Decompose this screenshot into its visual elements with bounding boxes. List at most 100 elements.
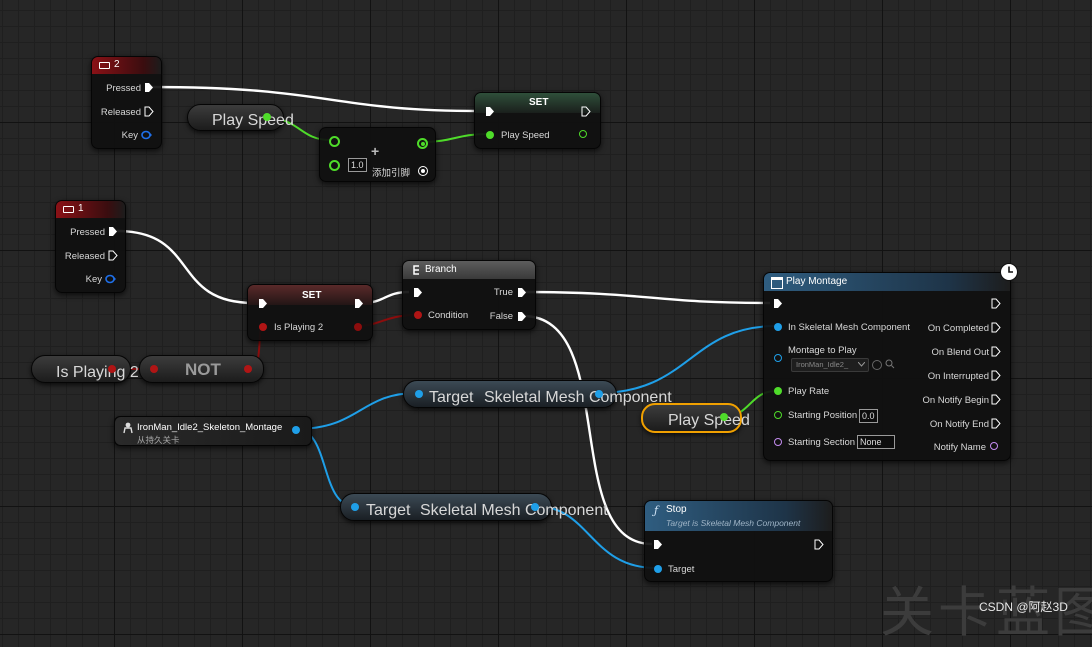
exec-output-pin[interactable] [814, 539, 824, 550]
add-pin-icon[interactable] [418, 166, 428, 176]
branch-title: Branch [425, 264, 457, 275]
add-pin-button[interactable]: 添加引脚 [372, 165, 410, 179]
starting-section-input[interactable]: None [857, 435, 895, 449]
starting-section-label: Starting Section [788, 437, 856, 448]
released-exec-pin[interactable] [108, 250, 118, 261]
key-struct-pin[interactable] [105, 274, 117, 284]
montage-reference-node[interactable]: IronMan_Idle2_Skeleton_Montage 从持久关卡 [114, 416, 312, 446]
play-rate-input-pin[interactable] [774, 387, 782, 395]
target-pin-label: Target [668, 564, 695, 575]
play-montage-node[interactable]: Play Montage In Skeletal Mesh Component … [763, 272, 1011, 461]
key-2-event-node[interactable]: 2 Pressed Released Key [91, 56, 162, 149]
starting-section-pin[interactable] [774, 438, 782, 446]
montage-icon [771, 277, 783, 289]
released-exec-pin[interactable] [144, 106, 154, 117]
montage-asset-dropdown[interactable]: IronMan_Idle2_ [791, 358, 869, 372]
stop-header: ƒ Stop Target is Skeletal Mesh Component [645, 501, 832, 531]
notify-name-label: Notify Name [933, 442, 986, 453]
play-speed-input-pin[interactable] [486, 131, 494, 139]
montage-to-play-pin[interactable] [774, 354, 782, 362]
play-speed-pin-label: Play Speed [501, 130, 550, 141]
float-input-b-pin[interactable] [329, 160, 340, 171]
pressed-exec-pin[interactable] [144, 82, 154, 93]
float-output-pin[interactable] [720, 413, 728, 421]
is-playing-output-pin[interactable] [354, 323, 362, 331]
target-input-pin[interactable] [415, 390, 423, 398]
pressed-pin-label: Pressed [70, 227, 105, 238]
stop-subtitle: Target is Skeletal Mesh Component [666, 518, 801, 528]
exec-input-pin[interactable] [485, 106, 495, 117]
play-speed-getter-top[interactable]: Play Speed [187, 104, 294, 131]
get-skeletal-mesh-node-1[interactable]: Target Skeletal Mesh Component [403, 380, 672, 408]
obj-wire-montage-target1 [295, 392, 418, 430]
exec-input-pin[interactable] [258, 298, 268, 309]
key-2-title: 2 [114, 59, 120, 70]
key-1-title: 1 [78, 203, 84, 214]
exec-output-pin[interactable] [581, 106, 591, 117]
target-input-pin[interactable] [654, 565, 662, 573]
key-1-event-node[interactable]: 1 Pressed Released Key [55, 200, 126, 293]
exec-output-pin[interactable] [991, 298, 1001, 309]
on-notify-begin-exec-pin[interactable] [991, 394, 1001, 405]
key-struct-pin[interactable] [141, 130, 153, 140]
exec-output-pin[interactable] [354, 298, 364, 309]
notify-name-pin[interactable] [990, 442, 998, 450]
is-playing-getter[interactable]: Is Playing 2 [31, 355, 139, 383]
false-pin-label: False [489, 311, 513, 322]
bool-output-pin[interactable] [244, 365, 252, 373]
bool-input-pin[interactable] [150, 365, 158, 373]
add-b-value-input[interactable]: 1.0 [348, 158, 367, 172]
montage-to-play-label: Montage to Play [788, 345, 857, 356]
set-title: SET [302, 290, 322, 301]
browse-icon[interactable] [872, 360, 882, 370]
montage-ref-subtitle: 从持久关卡 [137, 435, 180, 445]
on-blend-out-exec-pin[interactable] [991, 346, 1001, 357]
target-pin-label: Target [429, 389, 474, 406]
starting-position-input[interactable]: 0.0 [859, 409, 878, 423]
condition-input-pin[interactable] [414, 311, 422, 319]
skeletal-mesh-input-pin[interactable] [774, 323, 782, 331]
not-node[interactable]: NOT [139, 355, 264, 383]
csdn-credit: CSDN @阿赵3D [979, 600, 1068, 614]
smc-output-pin[interactable] [531, 503, 539, 511]
float-output-pin[interactable] [417, 138, 428, 149]
get-skeletal-mesh-node-2[interactable]: Target Skeletal Mesh Component [340, 493, 608, 521]
pressed-pin-label: Pressed [106, 83, 141, 94]
on-completed-label: On Completed [927, 323, 989, 334]
true-exec-pin[interactable] [517, 287, 527, 298]
set-title: SET [529, 97, 549, 108]
exec-input-pin[interactable] [413, 287, 423, 298]
play-speed-getter-selected[interactable]: Play Speed [641, 403, 750, 433]
is-playing-input-pin[interactable] [259, 323, 267, 331]
on-completed-exec-pin[interactable] [991, 322, 1001, 333]
target-input-pin[interactable] [351, 503, 359, 511]
released-pin-label: Released [64, 251, 105, 262]
exec-input-pin[interactable] [773, 298, 783, 309]
stop-title: Stop [666, 504, 687, 515]
stop-node[interactable]: ƒ Stop Target is Skeletal Mesh Component… [644, 500, 833, 582]
object-output-pin[interactable] [292, 426, 300, 434]
key-pin-label: Key [85, 274, 102, 285]
bool-output-pin[interactable] [108, 365, 116, 373]
float-output-pin[interactable] [263, 113, 271, 121]
smc-output-label: Skeletal Mesh Component [420, 502, 608, 519]
search-icon[interactable] [885, 359, 895, 369]
smc-output-pin[interactable] [595, 390, 603, 398]
on-notify-end-exec-pin[interactable] [991, 418, 1001, 429]
branch-node[interactable]: Branch Condition True False [402, 260, 536, 330]
exec-input-pin[interactable] [653, 539, 663, 550]
pressed-exec-pin[interactable] [108, 226, 118, 237]
add-float-node[interactable]: 1.0 + 添加引脚 [319, 127, 436, 182]
float-input-a-pin[interactable] [329, 136, 340, 147]
starting-position-pin[interactable] [774, 411, 782, 419]
is-playing-label: Is Playing 2 [56, 364, 139, 381]
on-notify-end-label: On Notify End [929, 419, 989, 430]
set-is-playing-node[interactable]: SET Is Playing 2 [247, 284, 373, 341]
false-exec-pin[interactable] [517, 311, 527, 322]
on-interrupted-exec-pin[interactable] [991, 370, 1001, 381]
play-speed-output-pin[interactable] [579, 130, 587, 138]
in-skeletal-mesh-label: In Skeletal Mesh Component [788, 322, 910, 333]
set-play-speed-node[interactable]: SET Play Speed [474, 92, 601, 149]
dropdown-icon [858, 362, 865, 367]
obj-wire-smc1-play [597, 325, 777, 394]
